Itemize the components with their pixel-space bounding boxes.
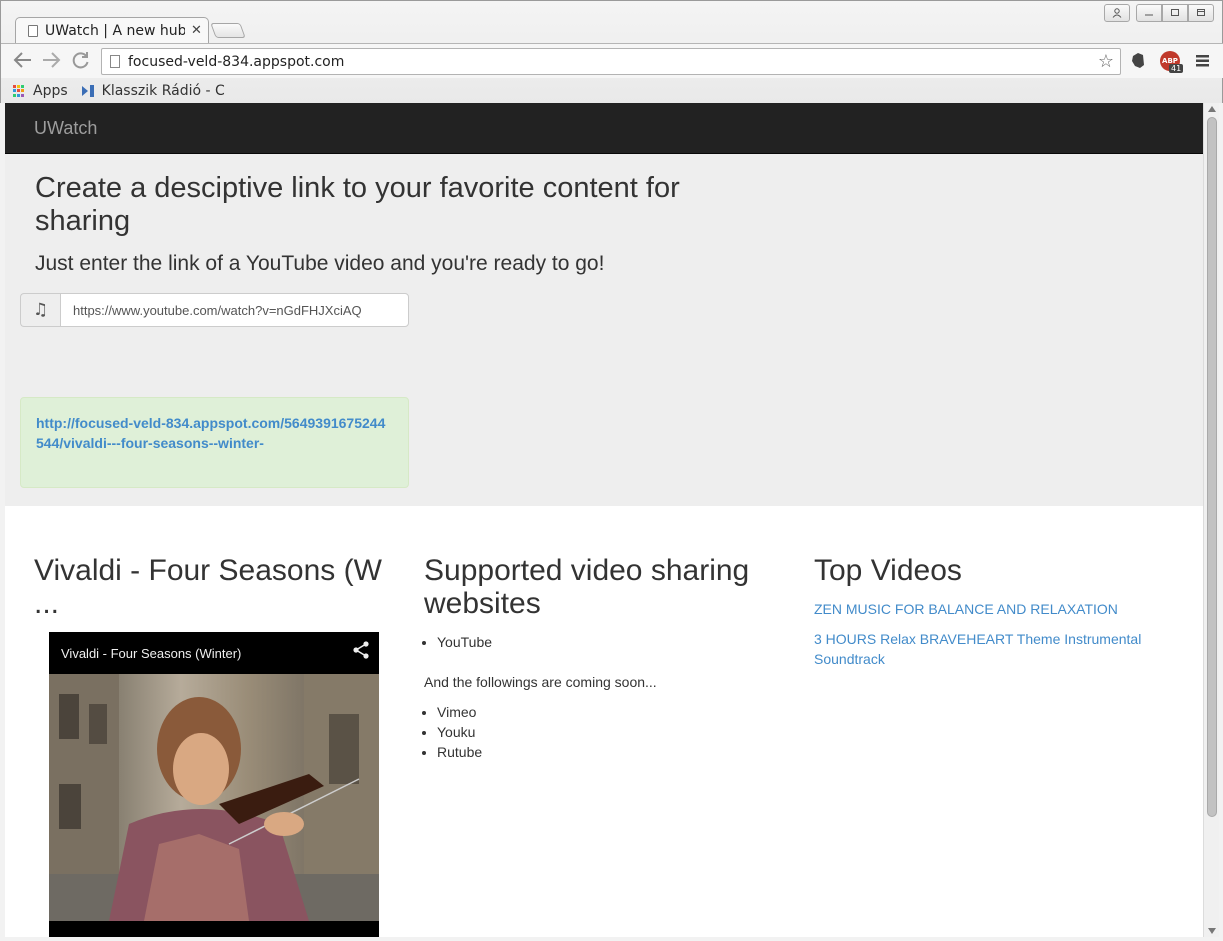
coming-soon-list: Vimeo Youku Rutube bbox=[424, 702, 784, 762]
top-videos-column: Top Videos ZEN MUSIC FOR BALANCE AND REL… bbox=[814, 554, 1174, 679]
forward-icon[interactable] bbox=[39, 50, 63, 75]
scroll-thumb[interactable] bbox=[1207, 117, 1217, 817]
list-item: YouTube bbox=[437, 632, 784, 652]
browser-tab[interactable]: UWatch | A new hub ✕ bbox=[15, 17, 209, 43]
address-bar[interactable]: focused-veld-834.appspot.com ☆ bbox=[101, 48, 1121, 75]
adblock-count-badge: 41 bbox=[1169, 64, 1184, 73]
youtube-url-input[interactable] bbox=[60, 293, 409, 327]
evernote-icon[interactable] bbox=[1127, 52, 1149, 74]
coming-soon-text: And the followings are coming soon... bbox=[424, 674, 657, 690]
scroll-up-icon[interactable] bbox=[1208, 106, 1216, 112]
minimize-icon[interactable] bbox=[1136, 4, 1162, 22]
bookmark-apps[interactable]: Apps bbox=[33, 83, 68, 99]
content-columns: Vivaldi - Four Seasons (W ... Vivaldi - … bbox=[5, 506, 1203, 937]
toolbar: focused-veld-834.appspot.com ☆ bbox=[1, 43, 1223, 78]
reload-icon[interactable] bbox=[69, 50, 93, 75]
supported-list: YouTube bbox=[424, 632, 784, 652]
page-scrollbar[interactable] bbox=[1203, 103, 1219, 937]
video-heading: Vivaldi - Four Seasons (W ... bbox=[34, 554, 382, 620]
music-note-icon: ♫ bbox=[20, 293, 60, 327]
window-controls bbox=[1104, 4, 1214, 22]
navbar: UWatch bbox=[5, 103, 1203, 154]
maximize-icon[interactable] bbox=[1162, 4, 1188, 22]
video-thumbnail[interactable] bbox=[49, 674, 379, 921]
back-icon[interactable] bbox=[11, 50, 35, 75]
top-videos-list: ZEN MUSIC FOR BALANCE AND RELAXATION 3 H… bbox=[814, 599, 1174, 669]
address-url: focused-veld-834.appspot.com bbox=[128, 53, 345, 70]
bookmarks-bar: Apps Klasszik Rádió - C bbox=[1, 79, 1223, 103]
radio-favicon-icon bbox=[81, 85, 96, 97]
navbar-brand[interactable]: UWatch bbox=[34, 118, 97, 139]
top-video-link[interactable]: ZEN MUSIC FOR BALANCE AND RELAXATION bbox=[814, 599, 1174, 619]
page-title: Create a desciptive link to your favorit… bbox=[35, 172, 680, 237]
lead-text: Just enter the link of a YouTube video a… bbox=[35, 252, 605, 275]
list-item: Rutube bbox=[437, 742, 784, 762]
top-video-link[interactable]: 3 HOURS Relax BRAVEHEART Theme Instrumen… bbox=[814, 629, 1174, 669]
page-icon bbox=[110, 55, 120, 68]
jumbotron: Create a desciptive link to your favorit… bbox=[5, 154, 1203, 506]
supported-heading: Supported video sharing websites bbox=[424, 554, 750, 620]
user-icon[interactable] bbox=[1104, 4, 1130, 22]
bookmark-star-icon[interactable]: ☆ bbox=[1098, 51, 1114, 72]
menu-icon[interactable] bbox=[1196, 53, 1210, 72]
generated-link-alert: http://focused-veld-834.appspot.com/5649… bbox=[20, 397, 409, 488]
share-icon[interactable] bbox=[349, 638, 373, 662]
tab-title: UWatch | A new hub bbox=[45, 22, 185, 39]
page-icon bbox=[28, 24, 38, 37]
page-viewport: UWatch Create a desciptive link to your … bbox=[5, 103, 1203, 937]
close-window-icon[interactable] bbox=[1188, 4, 1214, 22]
browser-chrome: UWatch | A new hub ✕ focused-veld-834.ap… bbox=[0, 0, 1223, 103]
list-item: Vimeo bbox=[437, 702, 784, 722]
list-item: Youku bbox=[437, 722, 784, 742]
supported-column: Supported video sharing websites YouTube… bbox=[424, 554, 784, 762]
url-input-group: ♫ bbox=[20, 293, 409, 327]
top-videos-heading: Top Videos bbox=[814, 554, 962, 587]
close-tab-icon[interactable]: ✕ bbox=[191, 23, 202, 38]
generated-link[interactable]: http://focused-veld-834.appspot.com/5649… bbox=[36, 415, 385, 451]
scroll-down-icon[interactable] bbox=[1208, 928, 1216, 934]
player-title[interactable]: Vivaldi - Four Seasons (Winter) bbox=[61, 646, 241, 661]
video-player[interactable]: Vivaldi - Four Seasons (Winter) bbox=[49, 632, 379, 937]
video-column: Vivaldi - Four Seasons (W ... Vivaldi - … bbox=[34, 554, 384, 937]
player-title-bar: Vivaldi - Four Seasons (Winter) bbox=[49, 632, 379, 674]
new-tab-button[interactable] bbox=[210, 23, 246, 38]
bookmark-klasszik-radio[interactable]: Klasszik Rádió - C bbox=[102, 83, 225, 99]
apps-icon[interactable] bbox=[13, 84, 26, 98]
